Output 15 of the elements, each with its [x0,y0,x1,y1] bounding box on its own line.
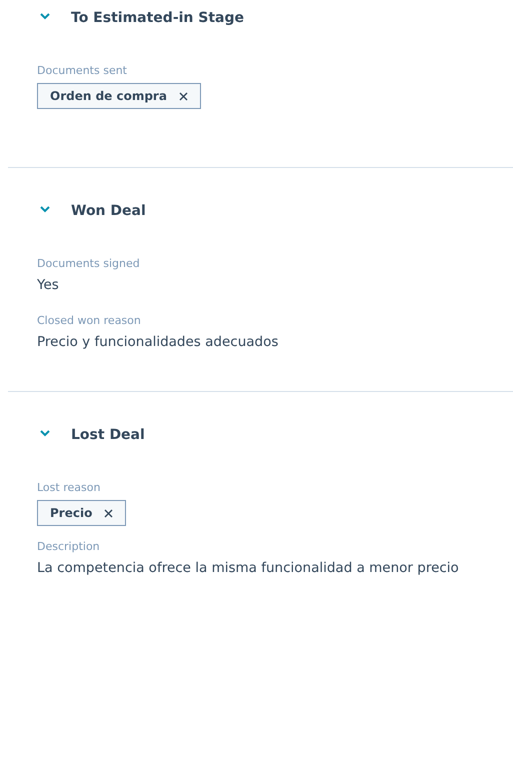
field-value: Precio y funcionalidades adecuados [37,333,280,352]
close-icon[interactable] [178,92,188,100]
field-label: Description [37,540,101,553]
close-icon[interactable] [104,508,114,518]
tag-text: Precio [50,506,92,520]
field-label: Documents sent [37,64,128,77]
section-toggle[interactable]: Won Deal [40,203,146,219]
field-label: Lost reason [37,481,102,494]
section-toggle[interactable]: Lost Deal [40,427,145,443]
tag-text: Orden de compra [50,89,167,103]
field-label: Documents signed [37,257,141,270]
field-label: Closed won reason [37,314,142,327]
section-toggle[interactable]: To Estimated-in Stage [40,10,244,26]
field-value: La competencia ofrece la misma funcionalidad a menor precio [37,559,460,578]
field-value: Yes [37,276,60,295]
